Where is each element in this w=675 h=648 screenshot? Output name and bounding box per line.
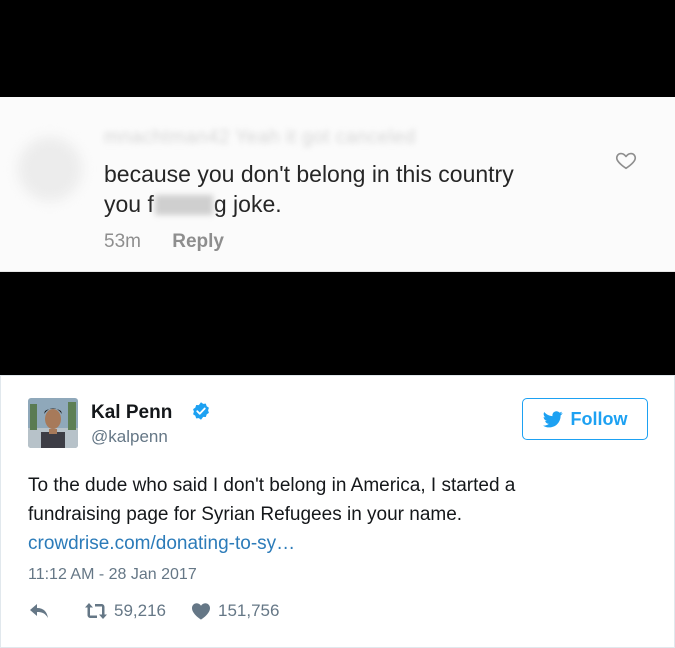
tweet-actions: 59,216 151,756 <box>28 600 279 622</box>
like-count: 151,756 <box>218 601 280 620</box>
tweet-card: Kal Penn @kalpenn Follow To the dude who… <box>0 375 675 648</box>
reply-icon <box>30 604 48 618</box>
follow-button[interactable]: Follow <box>522 398 648 440</box>
heart-outline-icon[interactable] <box>615 149 637 171</box>
tweet-text-line-1: To the dude who said I don't belong in A… <box>28 475 516 496</box>
comment-line-1: because you don't belong in this country <box>104 161 514 187</box>
comment-time: 53m <box>104 231 141 252</box>
avatar[interactable] <box>28 398 78 448</box>
tweet-text: To the dude who said I don't belong in A… <box>28 471 638 558</box>
retweet-button[interactable]: 59,216 <box>84 601 191 621</box>
blurred-username: mnachtman42 Yeah it got canceled <box>104 127 416 148</box>
comment-text: because you don't belong in this country… <box>104 159 604 219</box>
avatar-photo <box>28 398 78 448</box>
censored-word <box>154 195 213 215</box>
comment-line-2-end: g joke. <box>213 191 282 217</box>
tweet-text-line-2: fundraising page for Syrian Refugees in … <box>28 504 463 525</box>
tweet-timestamp[interactable]: 11:12 AM - 28 Jan 2017 <box>28 566 197 584</box>
instagram-comment: mnachtman42 Yeah it got canceled because… <box>0 97 675 272</box>
retweet-icon <box>85 603 107 619</box>
reply-link[interactable]: Reply <box>172 231 224 252</box>
redaction-bar-middle <box>0 272 675 375</box>
twitter-bird-icon <box>542 410 563 427</box>
like-button[interactable]: 151,756 <box>191 601 279 621</box>
retweet-count: 59,216 <box>114 601 166 620</box>
comment-meta: 53m Reply <box>104 231 250 253</box>
reply-button[interactable] <box>28 602 84 620</box>
heart-icon <box>192 603 210 620</box>
redaction-bar-top <box>0 0 675 97</box>
handle[interactable]: @kalpenn <box>91 427 168 447</box>
verified-icon <box>193 402 209 420</box>
comment-line-2-start: you f <box>104 191 154 217</box>
comment-line-2: you f g joke. <box>104 189 604 219</box>
tweet-link[interactable]: crowdrise.com/donating-to-sy… <box>28 529 638 558</box>
display-name[interactable]: Kal Penn <box>91 402 172 424</box>
follow-label: Follow <box>570 408 628 429</box>
blurred-avatar <box>18 137 82 201</box>
